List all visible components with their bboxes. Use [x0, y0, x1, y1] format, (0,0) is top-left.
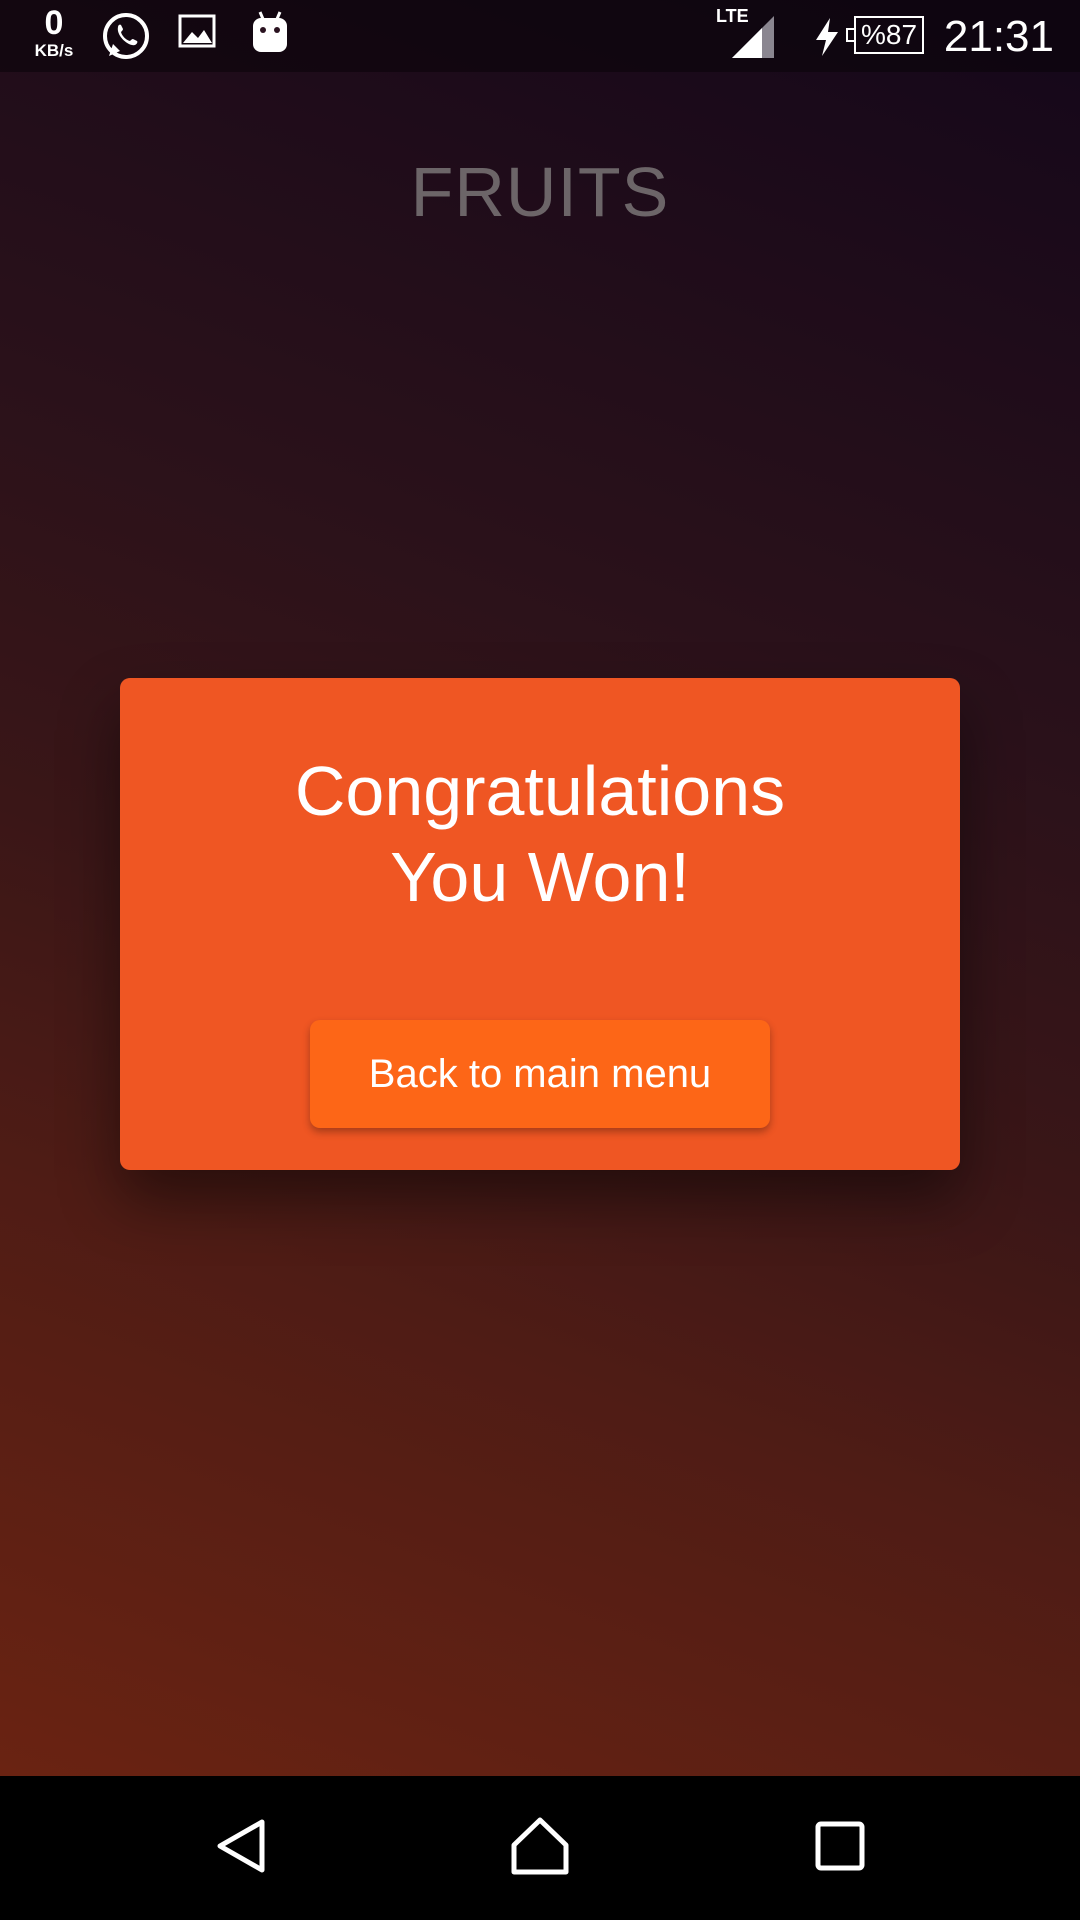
- back-to-main-menu-button[interactable]: Back to main menu: [310, 1020, 770, 1128]
- battery-cap: [846, 28, 854, 42]
- signal-icon: [730, 14, 776, 65]
- whatsapp-icon: [100, 10, 152, 67]
- charging-icon: [814, 18, 840, 61]
- android-icon: [250, 10, 290, 61]
- nav-home-button[interactable]: [460, 1776, 620, 1920]
- dialog-message-line1: Congratulations: [294, 752, 786, 830]
- nav-back-button[interactable]: [162, 1776, 322, 1920]
- back-icon: [212, 1816, 272, 1881]
- clock: 21:31: [943, 12, 1054, 61]
- dialog-message-line2: You Won!: [390, 838, 690, 916]
- screen: 0 KB/s LTE %87 21:31 FRUITS Congratulati…: [0, 0, 1080, 1920]
- page-title: FRUITS: [410, 153, 670, 231]
- network-speed-unit: KB/s: [34, 41, 74, 60]
- win-dialog: Congratulations You Won! Back to main me…: [120, 678, 960, 1170]
- recents-icon: [814, 1820, 866, 1877]
- network-speed-value: 0: [44, 4, 64, 42]
- navigation-bar: [0, 1776, 1080, 1920]
- battery-icon: %87: [854, 16, 924, 54]
- network-speed: 0 KB/s: [24, 6, 84, 59]
- battery-level: %87: [860, 19, 918, 50]
- home-icon: [509, 1815, 571, 1882]
- dialog-message: Congratulations You Won!: [120, 748, 960, 920]
- gallery-icon: [178, 14, 218, 55]
- nav-recents-button[interactable]: [760, 1776, 920, 1920]
- status-bar: 0 KB/s LTE %87 21:31: [0, 0, 1080, 72]
